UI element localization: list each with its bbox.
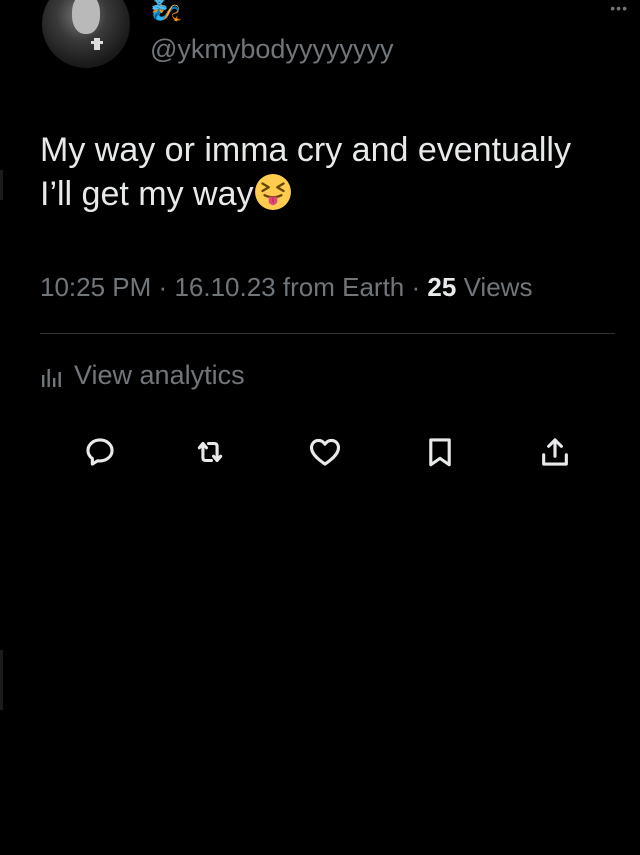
tweet-meta: 10:25 PM · 16.10.23 from Earth · 25 View… bbox=[40, 272, 532, 303]
views-count: 25 bbox=[427, 272, 457, 302]
meta-separator: · bbox=[411, 272, 421, 302]
edge-mark bbox=[0, 170, 3, 200]
like-button[interactable] bbox=[305, 432, 345, 472]
retweet-button[interactable] bbox=[190, 432, 230, 472]
tweet-text-line-1: My way or imma cry and eventually bbox=[40, 131, 571, 169]
bookmark-icon bbox=[429, 438, 451, 467]
divider bbox=[40, 333, 615, 334]
tweet-actions-bar bbox=[0, 432, 640, 472]
view-analytics-label: View analytics bbox=[74, 360, 245, 390]
avatar-face bbox=[72, 0, 100, 34]
view-analytics-link[interactable]: View analytics bbox=[40, 360, 245, 391]
reply-button[interactable] bbox=[80, 432, 120, 472]
tweet-time[interactable]: 10:25 PM bbox=[40, 272, 151, 302]
squinting-tongue-emoji-icon bbox=[254, 173, 292, 211]
views-label: Views bbox=[463, 272, 533, 302]
bookmark-button[interactable] bbox=[420, 432, 460, 472]
share-button[interactable] bbox=[535, 432, 575, 472]
edge-mark bbox=[0, 650, 3, 710]
analytics-icon bbox=[42, 368, 61, 387]
share-icon bbox=[542, 438, 568, 466]
user-handle[interactable]: @ykmybodyyyyyyyy bbox=[150, 34, 393, 65]
tweet-text: My way or imma cry and eventually I’ll g… bbox=[40, 128, 620, 216]
tweet-date[interactable]: 16.10.23 bbox=[174, 272, 275, 302]
heart-icon bbox=[309, 438, 341, 466]
avatar[interactable] bbox=[42, 0, 130, 68]
avatar-cross bbox=[91, 38, 103, 50]
more-options-icon[interactable]: ••• bbox=[610, 0, 628, 16]
tweet-source: from Earth bbox=[282, 272, 405, 302]
reply-icon bbox=[86, 438, 114, 466]
tweet-text-line-2-text: I’ll get my way bbox=[40, 175, 254, 213]
name-emoji-icon: 🧞 bbox=[150, 0, 183, 22]
retweet-icon bbox=[197, 441, 223, 463]
meta-separator: · bbox=[158, 272, 168, 302]
tweet-text-line-2: I’ll get my way bbox=[40, 172, 620, 216]
tweet-detail-page: 🧞 ••• @ykmybodyyyyyyyy My way or imma cr… bbox=[0, 0, 640, 855]
